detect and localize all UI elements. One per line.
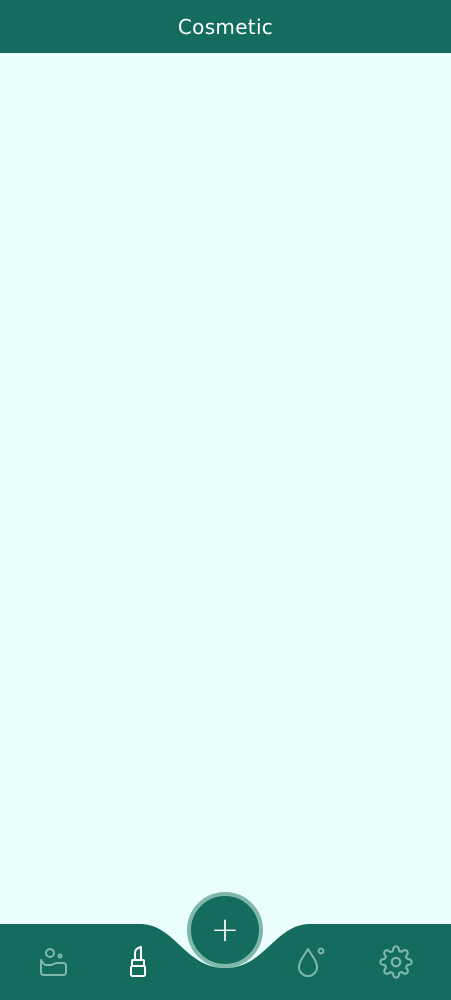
app-bar: Cosmetic — [0, 0, 451, 53]
add-button[interactable]: + — [187, 892, 263, 968]
skincare-icon — [40, 948, 67, 976]
content-area — [0, 53, 451, 923]
lipstick-icon — [130, 946, 146, 977]
plus-icon: + — [210, 910, 240, 950]
gear-icon — [379, 945, 413, 979]
drop-icon — [298, 947, 325, 977]
page-title: Cosmetic — [177, 14, 274, 39]
nav-item-moisture[interactable] — [288, 940, 332, 984]
nav-item-cosmetic[interactable] — [116, 940, 160, 984]
nav-item-settings[interactable] — [374, 940, 418, 984]
nav-item-skincare[interactable] — [31, 940, 75, 984]
